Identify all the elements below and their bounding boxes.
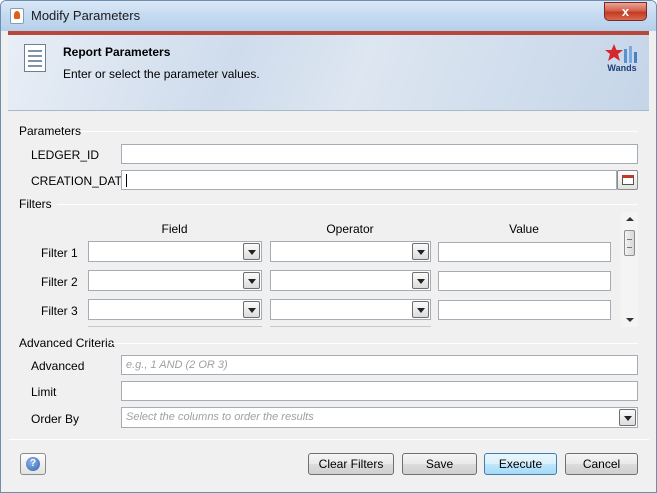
header-banner: Report Parameters Enter or select the pa… xyxy=(8,31,649,111)
filter-1-value-input[interactable] xyxy=(438,242,611,262)
field-column-header: Field xyxy=(161,222,188,236)
ledger-id-input[interactable] xyxy=(121,144,638,164)
cancel-button[interactable]: Cancel xyxy=(565,453,638,475)
chevron-down-icon[interactable] xyxy=(412,301,429,318)
chevron-down-icon[interactable] xyxy=(243,301,260,318)
save-button[interactable]: Save xyxy=(402,453,477,475)
advanced-label: Advanced xyxy=(31,359,85,373)
text-caret xyxy=(126,174,127,187)
chevron-down-icon[interactable] xyxy=(243,272,260,289)
scroll-up-arrow-icon[interactable] xyxy=(626,217,634,221)
creation-date-input[interactable] xyxy=(121,170,617,190)
filters-section-label: Filters xyxy=(19,197,52,211)
report-document-icon xyxy=(24,44,46,72)
filter-2-operator-select[interactable] xyxy=(270,270,431,291)
filter-3-value-input[interactable] xyxy=(438,300,611,320)
filters-divider xyxy=(57,204,638,205)
filter-2-field-select[interactable] xyxy=(88,270,262,291)
filters-scrollbar[interactable] xyxy=(621,212,638,327)
chevron-down-icon[interactable] xyxy=(412,243,429,260)
help-button[interactable]: ? xyxy=(20,453,46,475)
advanced-input[interactable]: e.g., 1 AND (2 OR 3) xyxy=(121,355,638,375)
chevron-down-icon[interactable] xyxy=(243,243,260,260)
operator-column-header: Operator xyxy=(326,222,374,236)
filter-2-value-input[interactable] xyxy=(438,271,611,291)
filter-1-field-select[interactable] xyxy=(88,241,262,262)
limit-input[interactable] xyxy=(121,381,638,401)
filter-1-operator-select[interactable] xyxy=(270,241,431,262)
advanced-section-label: Advanced Criteria xyxy=(19,336,115,350)
value-column-header: Value xyxy=(509,222,539,236)
order-by-label: Order By xyxy=(31,412,80,426)
close-button[interactable]: x xyxy=(604,2,647,21)
advanced-divider xyxy=(111,343,638,344)
filter-2-label: Filter 2 xyxy=(41,275,78,289)
banner-title: Report Parameters xyxy=(63,45,171,59)
date-picker-button[interactable] xyxy=(617,170,638,190)
banner-subtitle: Enter or select the parameter values. xyxy=(63,67,260,81)
help-icon: ? xyxy=(26,457,40,471)
ledger-id-label: LEDGER_ID xyxy=(31,148,100,162)
field-column-edge xyxy=(88,326,262,327)
clear-filters-button[interactable]: Clear Filters xyxy=(308,453,394,475)
footer-divider xyxy=(9,439,649,440)
operator-column-edge xyxy=(270,326,431,327)
creation-date-label: CREATION_DATE xyxy=(31,174,130,188)
wands-logo-icon xyxy=(605,44,637,63)
scrollbar-thumb[interactable] xyxy=(624,230,635,256)
filter-3-field-select[interactable] xyxy=(88,299,262,320)
chevron-down-icon[interactable] xyxy=(619,409,636,426)
calendar-icon xyxy=(622,175,634,185)
title-bar: Modify Parameters x xyxy=(1,1,656,31)
filter-3-operator-select[interactable] xyxy=(270,299,431,320)
wands-logo: Wands xyxy=(605,43,639,75)
chevron-down-icon[interactable] xyxy=(412,272,429,289)
scroll-down-arrow-icon[interactable] xyxy=(626,318,634,322)
execute-button[interactable]: Execute xyxy=(484,453,557,475)
order-by-placeholder: Select the columns to order the results xyxy=(126,411,314,423)
java-app-icon xyxy=(10,8,24,24)
order-by-select[interactable]: Select the columns to order the results xyxy=(121,407,638,428)
filter-3-label: Filter 3 xyxy=(41,304,78,318)
filter-1-label: Filter 1 xyxy=(41,246,78,260)
parameters-section-label: Parameters xyxy=(19,124,82,138)
limit-label: Limit xyxy=(31,385,57,399)
window-title: Modify Parameters xyxy=(31,8,141,23)
parameters-divider xyxy=(81,131,638,132)
modify-parameters-dialog: Modify Parameters x Report Parameters En… xyxy=(0,0,657,493)
logo-text: Wands xyxy=(607,63,637,73)
